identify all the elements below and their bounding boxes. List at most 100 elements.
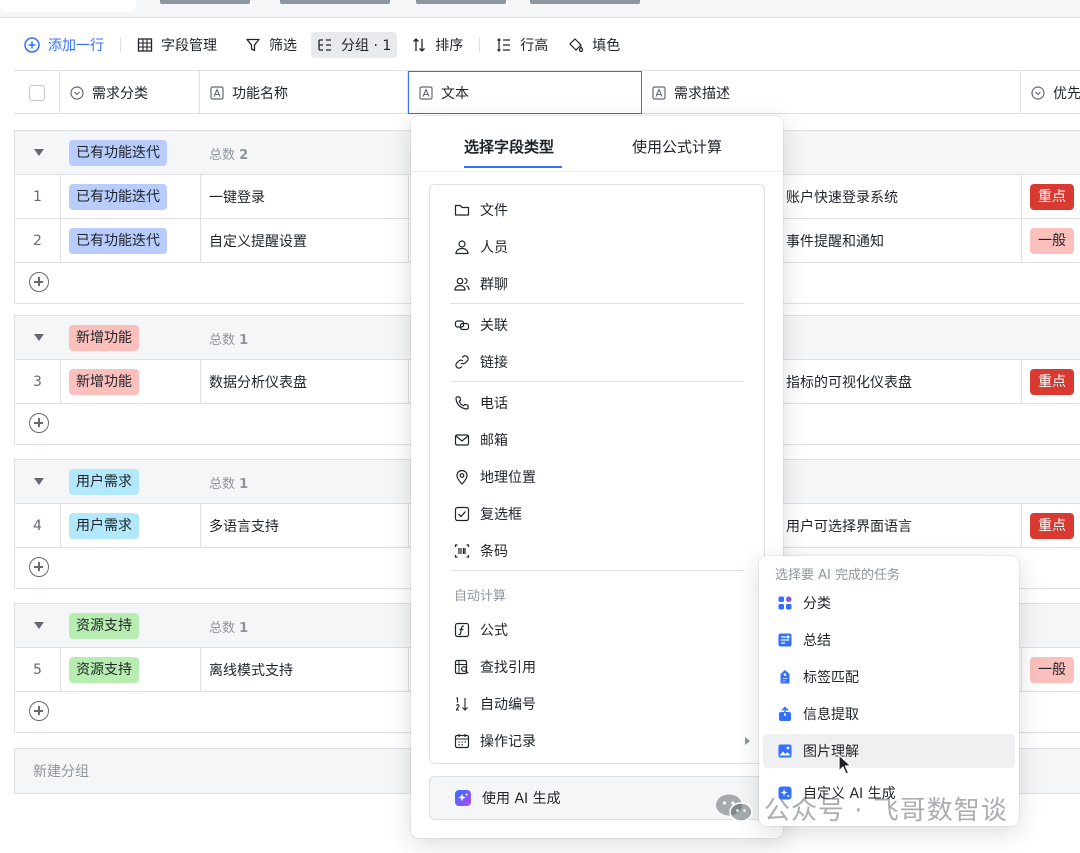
active-view-tab[interactable]	[0, 0, 136, 12]
submenu-arrow-icon	[745, 737, 750, 745]
view-tab[interactable]	[160, 0, 250, 4]
paint-bucket-icon	[568, 37, 584, 53]
category-cell[interactable]: 已有功能迭代	[61, 219, 201, 262]
collapse-caret-icon[interactable]	[34, 478, 44, 485]
add-row-label: 添加一行	[48, 38, 104, 54]
priority-tag: 重点	[1030, 512, 1074, 539]
field-type-checkbox[interactable]: 复选框	[430, 497, 764, 531]
field-type-label: 地理位置	[480, 470, 536, 486]
column-header-text[interactable]: 文本	[408, 71, 642, 114]
field-type-location[interactable]: 地理位置	[430, 460, 764, 494]
ai-task-extract[interactable]: 信息提取	[763, 697, 1015, 731]
field-type-barcode[interactable]: 条码	[430, 534, 764, 568]
field-type-label: 文件	[480, 203, 508, 219]
row-height-icon	[496, 37, 512, 53]
group-tag: 已有功能迭代	[69, 140, 167, 166]
active-tab-indicator	[464, 166, 562, 168]
priority-cell[interactable]: 重点	[1022, 175, 1080, 218]
priority-cell[interactable]: 一般	[1022, 648, 1080, 691]
select-all-checkbox[interactable]	[28, 84, 45, 101]
feature-cell[interactable]: 一键登录	[201, 175, 409, 218]
view-tab[interactable]	[530, 0, 640, 4]
column-header-priority[interactable]: 优先	[1021, 71, 1080, 114]
feature-cell[interactable]: 自定义提醒设置	[201, 219, 409, 262]
sort-label: 排序	[435, 38, 464, 54]
column-header-description[interactable]: 需求描述	[642, 71, 1021, 114]
add-icon[interactable]	[29, 272, 49, 292]
field-type-file[interactable]: 文件	[430, 193, 764, 227]
table-grid-icon	[137, 37, 153, 53]
field-type-url[interactable]: 链接	[430, 345, 764, 379]
mail-icon	[454, 432, 470, 448]
field-manage-label: 字段管理	[161, 38, 217, 54]
add-icon[interactable]	[29, 701, 49, 721]
barcode-icon	[454, 543, 470, 559]
ai-sparkle-icon	[454, 789, 472, 807]
ai-task-summarize[interactable]: 总结	[763, 623, 1015, 657]
field-type-phone[interactable]: 电话	[430, 386, 764, 420]
list-divider	[450, 303, 744, 304]
ai-task-label: 总结	[803, 633, 831, 649]
text-field-icon	[419, 85, 433, 100]
ai-task-image-understand[interactable]: 图片理解	[763, 734, 1015, 768]
category-cell[interactable]: 资源支持	[61, 648, 201, 691]
ai-menu-title: 选择要 AI 完成的任务	[775, 568, 900, 583]
text-field-icon	[652, 85, 666, 100]
field-type-group-chat[interactable]: 群聊	[430, 267, 764, 301]
ai-task-label: 标签匹配	[803, 670, 859, 686]
priority-cell[interactable]: 重点	[1022, 504, 1080, 547]
row-height-button[interactable]: 行高	[490, 32, 554, 58]
priority-tag: 一般	[1030, 227, 1074, 254]
field-type-label: 自动编号	[480, 697, 536, 713]
category-cell[interactable]: 新增功能	[61, 360, 201, 403]
field-type-lookup[interactable]: 查找引用	[430, 650, 764, 684]
collapse-caret-icon[interactable]	[34, 149, 44, 156]
category-cell[interactable]: 已有功能迭代	[61, 175, 201, 218]
field-type-operation-log[interactable]: 操作记录	[430, 724, 764, 758]
field-manage-button[interactable]: 字段管理	[131, 32, 223, 58]
row-height-label: 行高	[520, 38, 549, 54]
add-icon[interactable]	[29, 413, 49, 433]
single-select-icon	[1031, 85, 1045, 100]
location-pin-icon	[454, 469, 470, 485]
field-type-label: 人员	[480, 240, 508, 256]
group-button[interactable]: 分组 · 1	[311, 32, 398, 58]
tab-select-field-type[interactable]: 选择字段类型	[464, 136, 554, 157]
sort-button[interactable]: 排序	[405, 32, 469, 58]
view-tab[interactable]	[416, 0, 506, 4]
priority-tag: 重点	[1030, 183, 1074, 210]
field-type-person[interactable]: 人员	[430, 230, 764, 264]
add-row-button[interactable]: 添加一行	[18, 32, 110, 58]
summarize-icon	[777, 632, 793, 648]
add-icon[interactable]	[29, 557, 49, 577]
calendar-log-icon	[454, 733, 470, 749]
row-number: 5	[15, 648, 61, 691]
column-header-label: 需求描述	[674, 85, 730, 102]
ai-task-classify[interactable]: 分类	[763, 586, 1015, 620]
column-header-feature-name[interactable]: 功能名称	[200, 71, 408, 114]
tab-use-formula[interactable]: 使用公式计算	[632, 136, 722, 157]
priority-cell[interactable]: 一般	[1022, 219, 1080, 262]
field-type-formula[interactable]: 公式	[430, 613, 764, 647]
collapse-caret-icon[interactable]	[34, 334, 44, 341]
collapse-caret-icon[interactable]	[34, 622, 44, 629]
field-type-email[interactable]: 邮箱	[430, 423, 764, 457]
classify-grid-icon	[777, 595, 793, 611]
field-type-link-record[interactable]: 关联	[430, 308, 764, 342]
filter-button[interactable]: 筛选	[239, 32, 303, 58]
feature-cell[interactable]: 离线模式支持	[201, 648, 409, 691]
field-type-auto-number[interactable]: 自动编号	[430, 687, 764, 721]
fill-color-button[interactable]: 填色	[562, 32, 626, 58]
group-count: 总数 1	[209, 333, 249, 348]
category-cell[interactable]: 用户需求	[61, 504, 201, 547]
view-tab[interactable]	[280, 0, 390, 4]
feature-cell[interactable]: 数据分析仪表盘	[201, 360, 409, 403]
group-tag: 用户需求	[69, 469, 139, 495]
ai-task-tag-match[interactable]: 标签匹配	[763, 660, 1015, 694]
watermark-text: 公众号 · 飞哥数智谈	[764, 795, 1008, 826]
toolbar: 添加一行 字段管理 筛选 分组 · 1 排序 行高 填色	[0, 28, 1080, 62]
feature-cell[interactable]: 多语言支持	[201, 504, 409, 547]
priority-tag: 一般	[1030, 656, 1074, 683]
column-header-category[interactable]: 需求分类	[60, 71, 200, 114]
priority-cell[interactable]: 重点	[1022, 360, 1080, 403]
